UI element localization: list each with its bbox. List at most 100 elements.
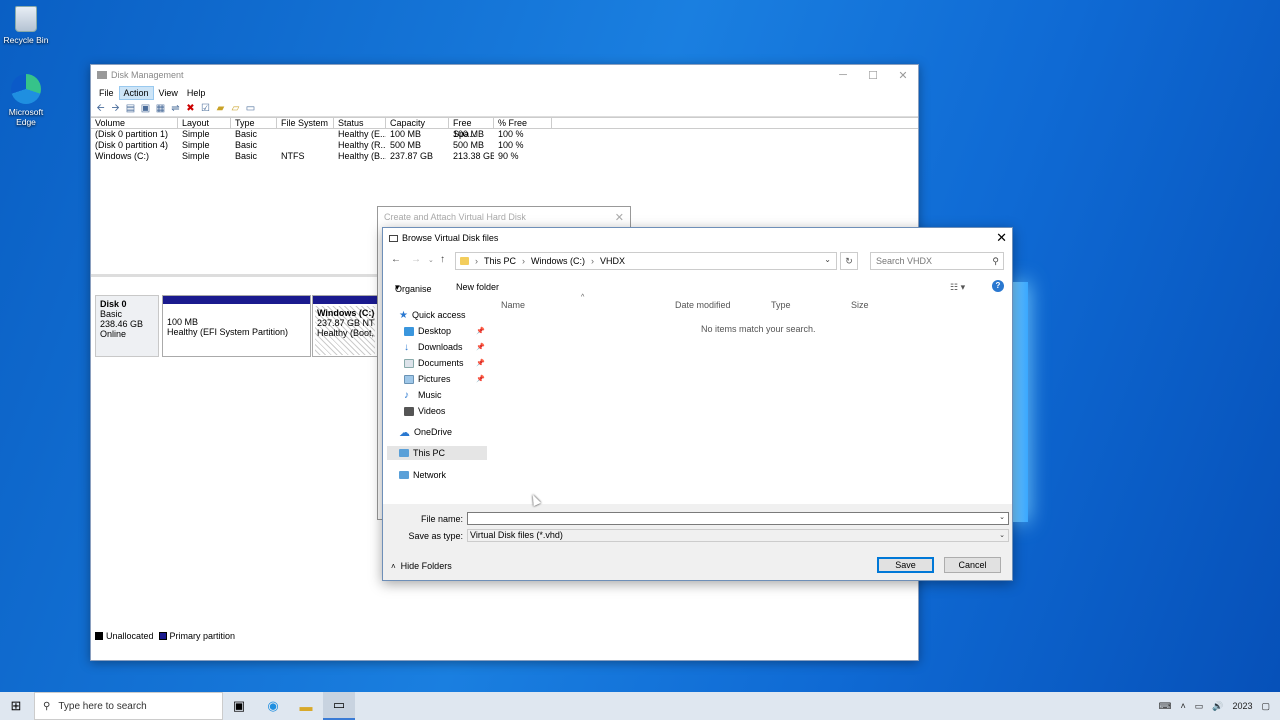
new-folder-button[interactable]: New folder <box>456 282 499 292</box>
network-icon[interactable]: ▭ <box>1195 701 1204 712</box>
partition-windows[interactable]: Windows (C:) 237.87 GB NTFS Healthy (Boo… <box>312 295 378 357</box>
cell: (Disk 0 partition 4) <box>95 140 169 150</box>
breadcrumb-vhdx[interactable]: VHDX <box>600 256 625 266</box>
menu-action[interactable]: Action <box>118 85 154 100</box>
pin-icon[interactable]: 📌 <box>476 359 485 367</box>
nav-this-pc[interactable]: This PC <box>387 446 487 460</box>
col-file-system[interactable]: File System <box>277 118 334 128</box>
notifications-icon[interactable]: ▢ <box>1261 701 1270 712</box>
col-status[interactable]: Status <box>334 118 386 128</box>
open-folder-icon[interactable]: ▱ <box>230 103 241 114</box>
navigation-pane: ★ Quick access Desktop 📌 ↓ Downloads 📌 D… <box>387 306 489 502</box>
keyboard-icon[interactable]: ⌨ <box>1158 701 1171 712</box>
delete-icon[interactable]: ✖ <box>185 103 196 114</box>
search-input[interactable]: Search VHDX ⚲ <box>870 252 1004 270</box>
nav-documents[interactable]: Documents 📌 <box>404 356 487 370</box>
col-name[interactable]: Name <box>501 300 525 310</box>
nav-quick-access[interactable]: ★ Quick access <box>399 308 487 322</box>
nav-label: Documents <box>418 358 464 368</box>
start-button[interactable]: ⊞ <box>0 692 32 720</box>
minimize-button[interactable]: ─ <box>828 65 858 85</box>
forward-icon[interactable]: 🡪 <box>110 103 121 114</box>
volume-icon[interactable]: 🔊 <box>1212 701 1223 712</box>
chevron-up-icon[interactable]: ˄ <box>1180 701 1185 711</box>
edge-taskbar-button[interactable]: ◉ <box>257 692 289 720</box>
nav-music[interactable]: ♪ Music <box>404 388 487 402</box>
table-row[interactable]: Windows (C:) Simple Basic NTFS Healthy (… <box>91 151 918 162</box>
check-icon[interactable]: ☑ <box>200 103 211 114</box>
disk-label[interactable]: Disk 0 Basic 238.46 GB Online <box>95 295 159 357</box>
chevron-down-icon[interactable]: ⌄ <box>999 513 1005 521</box>
file-explorer-button[interactable]: ▬ <box>290 692 322 720</box>
nav-label: Desktop <box>418 326 452 336</box>
col-percent-free[interactable]: % Free <box>494 118 552 128</box>
partition-efi[interactable]: 100 MB Healthy (EFI System Partition) <box>162 295 311 357</box>
menu-view[interactable]: View <box>155 87 182 99</box>
address-bar[interactable]: › This PC › Windows (C:) › VHDX ⌄ <box>455 252 837 270</box>
hide-folders-button[interactable]: ˄ Hide Folders <box>391 561 452 571</box>
partition-desc: Healthy (EFI System Partition) <box>167 327 289 337</box>
cell: (Disk 0 partition 1) <box>95 129 169 139</box>
desktop-icon-recycle-bin[interactable]: Recycle Bin <box>0 6 52 45</box>
col-type[interactable]: Type <box>771 300 791 310</box>
close-icon[interactable]: ✕ <box>615 211 624 224</box>
task-view-icon: ▣ <box>232 698 246 713</box>
folder-icon[interactable]: ▰ <box>215 103 226 114</box>
breadcrumb-this-pc[interactable]: This PC <box>484 256 516 266</box>
nav-pictures[interactable]: Pictures 📌 <box>404 372 487 386</box>
cancel-button[interactable]: Cancel <box>944 557 1001 573</box>
col-date-modified[interactable]: Date modified <box>675 300 731 310</box>
menu-file[interactable]: File <box>95 87 118 99</box>
pin-icon[interactable]: 📌 <box>476 343 485 351</box>
recent-dropdown-icon[interactable]: ⌄ <box>428 256 434 264</box>
view-icon[interactable]: ▭ <box>245 103 256 114</box>
col-capacity[interactable]: Capacity <box>386 118 449 128</box>
table-row[interactable]: (Disk 0 partition 1) Simple Basic Health… <box>91 129 918 140</box>
nav-downloads[interactable]: ↓ Downloads 📌 <box>404 340 487 354</box>
breadcrumb-windows-c[interactable]: Windows (C:) <box>531 256 585 266</box>
save-as-type-select[interactable]: Virtual Disk files (*.vhd) ⌄ <box>467 529 1009 542</box>
cell: Basic <box>235 140 258 150</box>
col-type[interactable]: Type <box>231 118 277 128</box>
nav-onedrive[interactable]: ☁ OneDrive <box>399 425 487 439</box>
cell: Simple <box>182 151 210 161</box>
partition-bar <box>163 296 310 304</box>
refresh-button[interactable]: ↻ <box>840 252 858 270</box>
organise-button[interactable]: Organise ▾ <box>395 282 432 294</box>
pin-icon[interactable]: 📌 <box>476 375 485 383</box>
back-arrow-icon[interactable]: ← <box>391 254 401 265</box>
file-name-input[interactable]: ⌄ <box>467 512 1009 525</box>
table-row[interactable]: (Disk 0 partition 4) Simple Basic Health… <box>91 140 918 151</box>
console-tree-icon[interactable]: ▤ <box>125 103 136 114</box>
col-size[interactable]: Size <box>851 300 869 310</box>
close-button[interactable]: ✕ <box>996 230 1007 246</box>
maximize-button[interactable]: ☐ <box>858 65 888 85</box>
chevron-down-icon[interactable]: ⌄ <box>824 255 831 264</box>
save-button[interactable]: Save <box>877 557 934 573</box>
task-view-button[interactable]: ▣ <box>223 692 255 720</box>
pin-icon[interactable]: 📌 <box>476 327 485 335</box>
taskbar-search[interactable]: ⚲ Type here to search <box>34 692 223 720</box>
col-volume[interactable]: Volume <box>91 118 178 128</box>
help-icon[interactable]: ? <box>992 280 1004 292</box>
menu-help[interactable]: Help <box>183 87 210 99</box>
forward-arrow-icon[interactable]: → <box>411 254 421 265</box>
col-layout[interactable]: Layout <box>178 118 231 128</box>
nav-network[interactable]: Network <box>399 468 487 482</box>
dialog-title-bar: Create and Attach Virtual Hard Disk ✕ <box>378 207 630 227</box>
nav-desktop[interactable]: Desktop 📌 <box>404 324 487 338</box>
empty-message: No items match your search. <box>701 324 816 334</box>
close-button[interactable]: ✕ <box>888 65 918 85</box>
properties-icon[interactable]: ▦ <box>155 103 166 114</box>
nav-videos[interactable]: Videos <box>404 404 487 418</box>
clock[interactable]: 2023 <box>1232 701 1252 711</box>
connect-icon[interactable]: ⇌ <box>170 103 181 114</box>
view-options-icon[interactable]: ☷ ▾ <box>950 282 965 293</box>
desktop-icon-edge[interactable]: Microsoft Edge <box>0 74 52 127</box>
save-as-type-value: Virtual Disk files (*.vhd) <box>470 530 563 540</box>
col-free-space[interactable]: Free Spa... <box>449 118 494 139</box>
up-arrow-icon[interactable]: ↑ <box>440 254 445 265</box>
back-icon[interactable]: 🡨 <box>95 103 106 114</box>
disk-management-taskbar-button[interactable]: ▭ <box>323 692 355 720</box>
help-book-icon[interactable]: ▣ <box>140 103 151 114</box>
